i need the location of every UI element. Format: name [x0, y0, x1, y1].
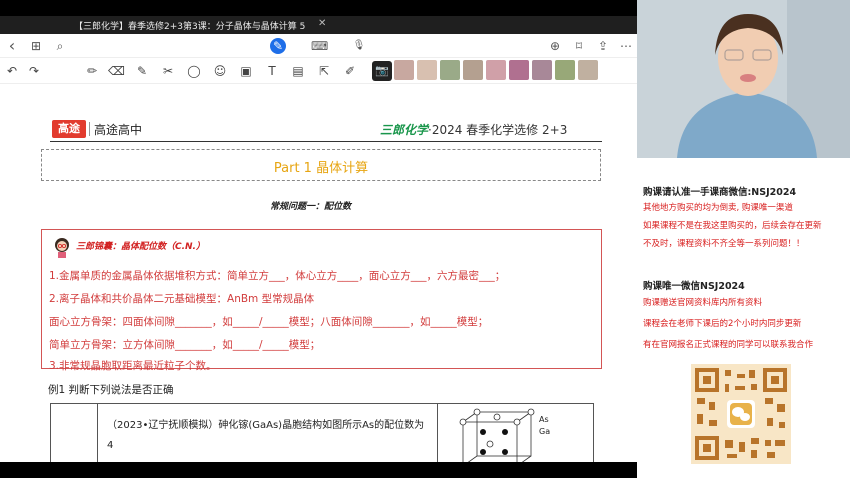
undo-icon[interactable]: ↶: [4, 63, 20, 79]
course-header: 三郎化学·2024 春季化学选修 2+3: [380, 121, 567, 138]
eraser-icon[interactable]: ⌫: [108, 63, 125, 79]
sticker-thumbnail[interactable]: [578, 60, 598, 80]
grid-view-icon[interactable]: ⊞: [28, 38, 44, 54]
pointer-icon[interactable]: ⇱: [316, 63, 332, 79]
sticker-thumbnail[interactable]: [417, 60, 437, 80]
search-icon[interactable]: ⌕: [52, 38, 68, 54]
lasso-icon[interactable]: ✂: [160, 63, 176, 79]
insert-photo-icon[interactable]: ▤: [290, 63, 306, 79]
image-icon[interactable]: ▣: [238, 63, 254, 79]
header-divider: [50, 141, 602, 142]
sticker-thumbnail[interactable]: [509, 60, 529, 80]
question-table: （2023•辽宁抚顺模拟）砷化镓(GaAs)晶胞结构如图所示As的配位数为4 A…: [50, 403, 594, 462]
share-icon[interactable]: ⇪: [595, 38, 611, 54]
sticker-thumbnail[interactable]: [463, 60, 483, 80]
part-title: Part 1 晶体计算: [273, 161, 369, 176]
tip-line-4: 简单立方骨架：立方体间隙_______，如_____/_____模型；: [49, 339, 321, 351]
teacher-cartoon-icon: [55, 238, 69, 258]
promo-line: 有在官网报名正式课程的同学可以联系我合作: [643, 340, 814, 350]
teacher-video-image: [637, 0, 850, 158]
gaotu-logo: 高途: [52, 120, 86, 138]
wechat-qr-code[interactable]: [691, 364, 791, 464]
notes-app-window: 【三郎化学】春季选修2+3第3课：分子晶体与晶体计算 5 ✕ ‹ ⊞ ⌕ ✎ ⌨…: [0, 16, 637, 462]
legend-ga: Ga: [539, 427, 550, 436]
text-tool-icon[interactable]: T: [264, 63, 280, 79]
tips-box: 三郎锦囊：晶体配位数（C.N.） 1.金属单质的金属晶体依据堆积方式：简单立方_…: [41, 229, 602, 372]
camera-icon[interactable]: 📷: [372, 61, 392, 81]
document-page: 高途 高途高中 三郎化学·2024 春季化学选修 2+3 Part 1 晶体计算…: [0, 85, 637, 462]
keyboard-icon[interactable]: ⌨: [311, 38, 328, 54]
tip-line-5: 3.非常规晶胞取距离最近粒子个数。: [49, 360, 217, 372]
pen-mode-icon[interactable]: ✎: [270, 38, 286, 54]
promo-line: 购课赠送官网资料库内所有资料: [643, 298, 763, 308]
screen: 【三郎化学】春季选修2+3第3课：分子晶体与晶体计算 5 ✕ ‹ ⊞ ⌕ ✎ ⌨…: [0, 0, 850, 478]
sticker-icon[interactable]: ☺: [212, 63, 228, 79]
promo-line: 如果课程不是在我这里购买的，后续会存在更新: [643, 221, 822, 231]
promo-heading-1: 购课请认准一手课商微信:NSJ2024: [643, 187, 797, 198]
tip-line-1: 1.金属单质的金属晶体依据堆积方式：简单立方___，体心立方____，面心立方_…: [49, 270, 506, 282]
question-text: （2023•辽宁抚顺模拟）砷化镓(GaAs)晶胞结构如图所示As的配位数为4: [107, 420, 425, 451]
redo-icon[interactable]: ↷: [26, 63, 42, 79]
sticker-thumbnail[interactable]: [555, 60, 575, 80]
promo-line: 其他地方购买的均为倒卖, 购课唯一渠道: [643, 203, 793, 213]
promo-heading-2: 购课唯一微信NSJ2024: [643, 281, 745, 292]
side-panel: 购课请认准一手课商微信:NSJ2024 其他地方购买的均为倒卖, 购课唯一渠道 …: [637, 0, 850, 478]
legend-as: As: [539, 415, 549, 424]
sticker-thumbnails: [394, 60, 598, 82]
promo-line: 课程会在老师下课后的2个小时内同步更新: [643, 319, 802, 329]
drawing-toolbar: ↶ ↷ ✏ ⌫ ✎ ✂ ◯ ☺ ▣ T ▤ ⇱ ✐ 📷: [0, 58, 637, 84]
section-subtitle: 常规问题一：配位数: [270, 202, 352, 212]
example-label: 例1 判断下列说法是否正确: [48, 384, 174, 396]
promo-line: 不及时，课程资料不齐全等一系列问题！！: [643, 239, 805, 249]
back-icon[interactable]: ‹: [4, 38, 20, 54]
table-divider: [97, 404, 98, 462]
laser-pen-icon[interactable]: ✐: [342, 63, 358, 79]
tip-line-3: 面心立方骨架：四面体间隙_______，如_____/_____模型；八面体间隙…: [49, 316, 489, 328]
course-name: ·2024 春季化学选修 2+3: [428, 123, 568, 137]
close-icon[interactable]: ✕: [318, 18, 326, 29]
logo-divider: [89, 122, 90, 136]
more-icon[interactable]: ⋯: [618, 38, 634, 54]
course-brand: 三郎化学: [380, 123, 429, 137]
tip-line-2: 2.离子晶体和共价晶体二元基础模型：AnBm 型常规晶体: [49, 293, 315, 305]
navigation-bar: ‹ ⊞ ⌕ ✎ ⌨ 🎙 ⊕ ⌑ ⇪ ⋯: [0, 34, 637, 58]
tips-box-title: 三郎锦囊：晶体配位数（C.N.）: [76, 242, 205, 252]
teacher-video: [637, 0, 850, 158]
part-title-box: Part 1 晶体计算: [41, 149, 601, 181]
sticker-thumbnail[interactable]: [486, 60, 506, 80]
school-name: 高途高中: [94, 123, 143, 137]
bookmark-icon[interactable]: ⌑: [571, 38, 587, 54]
document-title: 【三郎化学】春季选修2+3第3课：分子晶体与晶体计算 5: [74, 22, 306, 32]
sticker-thumbnail[interactable]: [532, 60, 552, 80]
sticker-thumbnail[interactable]: [394, 60, 414, 80]
title-bar: 【三郎化学】春季选修2+3第3课：分子晶体与晶体计算 5 ✕: [0, 16, 637, 34]
add-page-icon[interactable]: ⊕: [547, 38, 563, 54]
table-divider: [437, 404, 438, 462]
microphone-icon[interactable]: 🎙: [351, 38, 367, 54]
shape-icon[interactable]: ◯: [186, 63, 202, 79]
pen-tool-icon[interactable]: ✏: [84, 63, 100, 79]
gaas-crystal-diagram: As Ga: [459, 408, 550, 462]
sticker-thumbnail[interactable]: [440, 60, 460, 80]
highlighter-icon[interactable]: ✎: [134, 63, 150, 79]
